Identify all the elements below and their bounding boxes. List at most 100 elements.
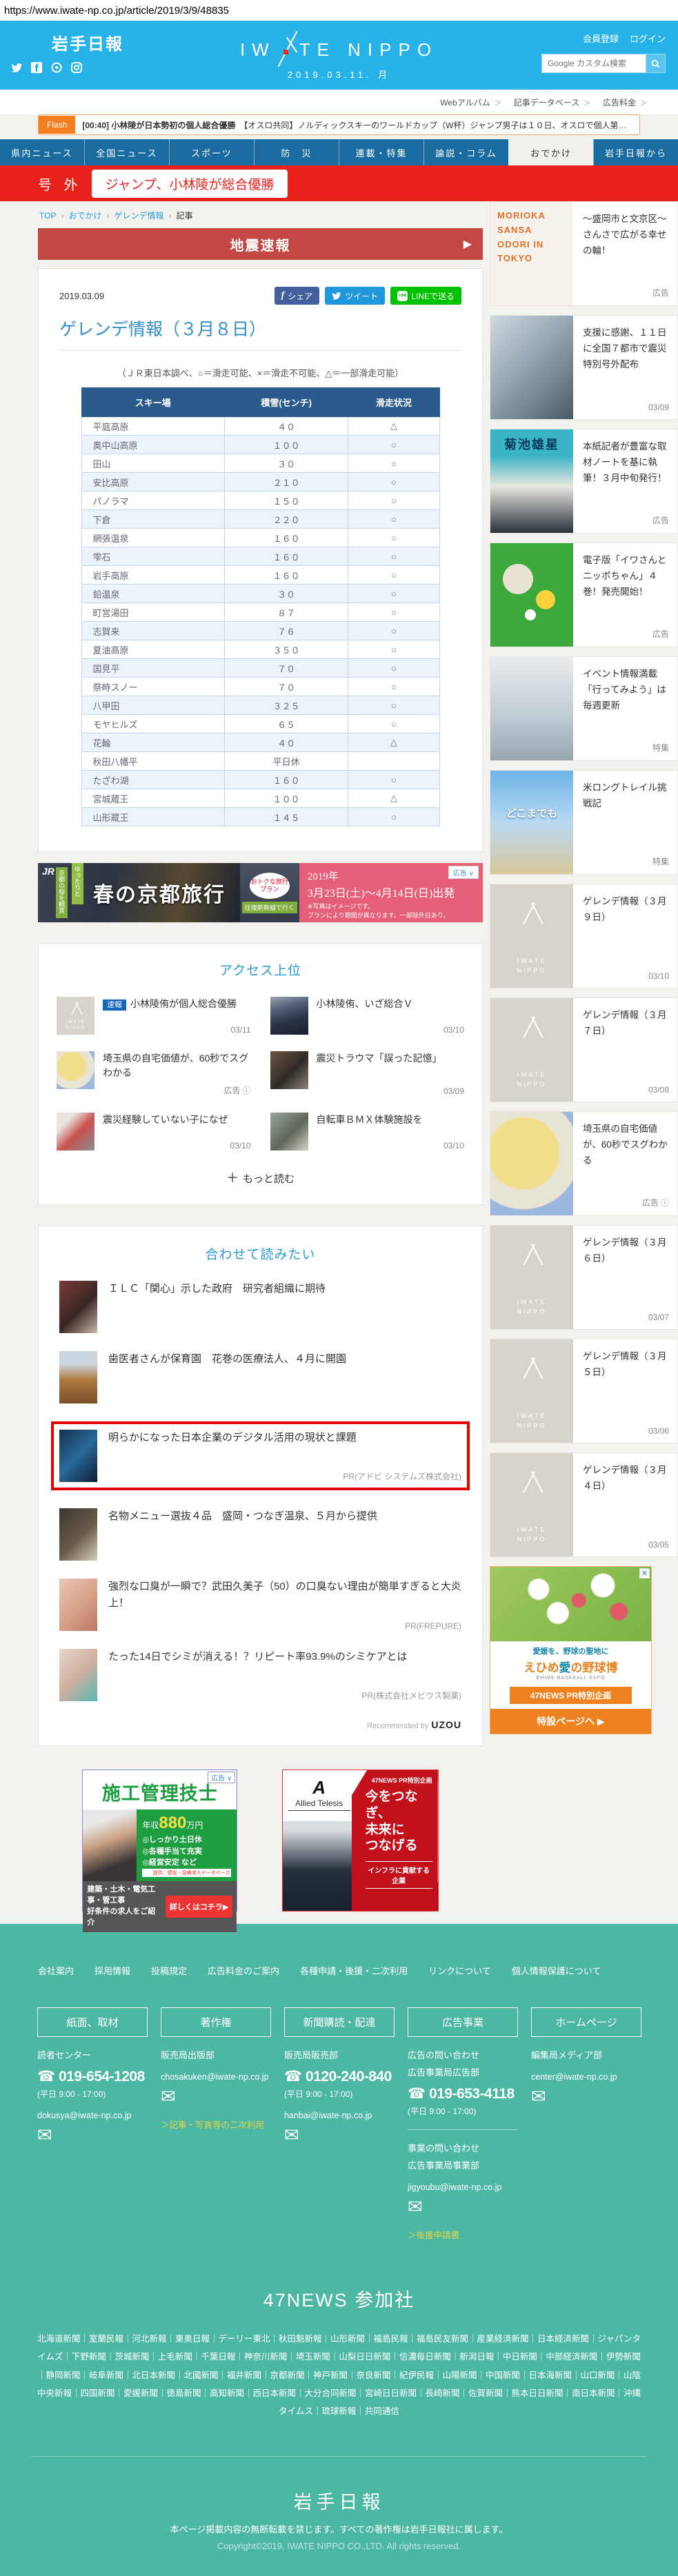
- related-article[interactable]: 強烈な口臭が一瞬で？武田久美子（50）の口臭ない理由が簡単すぎると大炎上！ PR…: [59, 1579, 461, 1631]
- snow-depth: ２２０: [224, 509, 349, 529]
- article-thumbnail: [490, 884, 573, 988]
- line-share-button[interactable]: LINE LINEで送る: [390, 287, 461, 305]
- envelope-icon[interactable]: ✉: [531, 2087, 641, 2105]
- email-address[interactable]: jigyoubu@iwate-np.co.jp: [408, 2182, 518, 2192]
- ranking-item[interactable]: 埼玉県の自宅価値が、60秒でスグわかる 広告 ⓘ: [57, 1051, 251, 1096]
- search-button[interactable]: [646, 54, 666, 73]
- close-icon[interactable]: ✕: [639, 1568, 650, 1579]
- snow-depth: １６０: [224, 770, 349, 789]
- page-url: https://www.iwate-np.co.jp/article/2019/…: [0, 0, 678, 21]
- utility-link[interactable]: 広告料金: [603, 97, 647, 108]
- envelope-icon[interactable]: ✉: [284, 2126, 395, 2144]
- footer-link[interactable]: 投稿規定: [151, 1964, 187, 1977]
- envelope-icon[interactable]: ✉: [161, 2087, 271, 2105]
- email-address[interactable]: dokusya@iwate-np.co.jp: [37, 2111, 148, 2120]
- flash-badge: 速報: [103, 1000, 126, 1011]
- sidebar-article-card[interactable]: ゲレンデ情報（３月９日） 03/10: [490, 884, 678, 988]
- ad-banner-construction[interactable]: 広告 ∨ 施工管理技士 年収880万円 ◎しっかり土日休 ◎各種手当て充実 ◎経営安…: [82, 1769, 238, 1932]
- breadcrumb-item[interactable]: ゲレンデ情報: [114, 211, 176, 221]
- ranking-item[interactable]: 震災トラウマ「誤った記憶」 03/09: [270, 1051, 464, 1096]
- sidebar-article-card[interactable]: 埼玉県の自宅価値が、60秒でスグわかる 広告 ⓘ: [490, 1111, 678, 1216]
- snow-depth: ３０: [224, 454, 349, 473]
- nav-tab[interactable]: スポーツ: [169, 139, 254, 165]
- sidebar-article-card[interactable]: ゲレンデ情報（３月６日） 03/07: [490, 1225, 678, 1330]
- sidebar-tag: 広告: [641, 1198, 659, 1208]
- footer-link[interactable]: 個人情報保護について: [512, 1964, 601, 1977]
- ski-status: ○: [348, 770, 440, 789]
- nav-tab[interactable]: 防 災: [254, 139, 339, 165]
- login-link[interactable]: ログイン: [630, 32, 666, 45]
- ad-label[interactable]: 広告 ∨: [448, 866, 479, 879]
- register-link[interactable]: 会員登録: [583, 32, 619, 45]
- footer-link[interactable]: リンクについて: [428, 1964, 491, 1977]
- footer-link[interactable]: 会社案内: [38, 1964, 74, 1977]
- utility-link[interactable]: 記事データベース: [514, 97, 590, 108]
- flash-label: Flash: [39, 116, 76, 134]
- nav-tab[interactable]: おでかけ: [508, 139, 593, 165]
- article-date: 2019.03.09: [59, 290, 105, 301]
- nav-tab[interactable]: 論説・コラム: [423, 139, 508, 165]
- pr-credit: PR(アドビ システムズ株式会社): [343, 1472, 461, 1481]
- utility-link[interactable]: Webアルバム: [440, 97, 501, 108]
- envelope-icon[interactable]: ✉: [408, 2198, 518, 2215]
- twitter-icon: [332, 292, 341, 300]
- table-row: 奥中山高原 １００ ○: [81, 435, 440, 454]
- search-input[interactable]: [541, 54, 646, 73]
- article-thumbnail: [490, 316, 573, 419]
- footer-link[interactable]: 各種申請・後援・二次利用: [300, 1964, 408, 1977]
- sidebar-title: ゲレンデ情報（３月５日）: [583, 1351, 667, 1377]
- ad-banner-kyoto[interactable]: JR 京都の桜を観賞 ゆったりと 春の京都旅行 おトクな旅行プラン 往復新幹線で…: [38, 863, 483, 922]
- ski-status: ○: [348, 454, 440, 473]
- nav-tab[interactable]: 全国ニュース: [84, 139, 169, 165]
- ad-cta-button[interactable]: 詳しくはコチラ▶: [165, 1895, 233, 1918]
- envelope-icon[interactable]: ✉: [37, 2126, 148, 2144]
- ad-label[interactable]: 広告 ∨: [208, 1772, 236, 1783]
- ski-area-name: 網張温泉: [81, 528, 226, 547]
- flash-news-bar[interactable]: Flash [00:40] 小林陵が日本勢初の個人総合優勝 【オスロ共同】ノルデ…: [38, 114, 640, 135]
- nav-tab[interactable]: 県内ニュース: [0, 139, 84, 165]
- nav-tab[interactable]: 岩手日報から: [593, 139, 678, 165]
- sidebar-article-card[interactable]: ゲレンデ情報（３月５日） 03/06: [490, 1339, 678, 1443]
- ranking-item[interactable]: 小林陵侑、いざ総合Ｖ 03/10: [270, 997, 464, 1035]
- ad-cta-button[interactable]: 特設ページへ ▶: [490, 1709, 651, 1734]
- gogai-headline[interactable]: ジャンプ、小林陵が総合優勝: [91, 169, 288, 198]
- table-row: 町営湯田 ８７ ○: [81, 602, 440, 622]
- email-address[interactable]: center@iwate-np.co.jp: [531, 2072, 641, 2082]
- footer-link[interactable]: 広告料金のご案内: [208, 1964, 279, 1977]
- earthquake-banner[interactable]: 地震速報 ▶: [38, 228, 483, 260]
- sidebar-article-card[interactable]: 電子版「イワさんとニッポちゃん」４巻！発売開始！ 広告: [490, 542, 678, 647]
- breadcrumb-item[interactable]: TOP: [39, 211, 68, 221]
- footer-yellow-link[interactable]: ＞記事・写真等の二次利用: [161, 2118, 271, 2131]
- related-article[interactable]: 名物メニュー選抜４品 盛岡・つなぎ温泉、５月から提供: [59, 1508, 461, 1561]
- related-article[interactable]: たった14日でシミが消える！？リピート率93.9%のシミケアとは PR(株式会社…: [59, 1649, 461, 1701]
- related-title: 歯医者さんが保育園 花巻の医療法人、４月に開園: [108, 1353, 347, 1365]
- email-address[interactable]: hanbai@iwate-np.co.jp: [284, 2111, 395, 2120]
- related-article[interactable]: 明らかになった日本企業のデジタル活用の現状と課題 PR(アドビ システムズ株式会…: [51, 1421, 470, 1490]
- sidebar-article-card[interactable]: ～盛岡市と文京区～さんさで広がる幸せの輪！ 広告: [490, 201, 678, 306]
- breadcrumb-item[interactable]: おでかけ: [68, 211, 114, 221]
- ranking-item[interactable]: 自転車ＢＭＸ体験施設を 03/10: [270, 1113, 464, 1150]
- ski-status: ○: [348, 509, 440, 529]
- ranking-item[interactable]: 速報小林陵侑が個人総合優勝 03/11: [57, 997, 251, 1035]
- related-article[interactable]: ＩＬＣ「関心」示した政府 研究者組織に期待: [59, 1281, 461, 1333]
- sidebar-article-card[interactable]: イベント情報満載「行ってみよう」は毎週更新 特集: [490, 656, 678, 761]
- twitter-share-button[interactable]: ツイート: [325, 287, 386, 305]
- ranking-item[interactable]: 震災経験していない子になぜ 03/10: [57, 1113, 251, 1150]
- sidebar-article-card[interactable]: ゲレンデ情報（３月４日） 03/05: [490, 1452, 678, 1557]
- breadcrumb-item[interactable]: 記事: [176, 211, 192, 221]
- ad-banner-ehime-baseball[interactable]: ✕ 愛媛を、野球の聖地に えひめ愛の野球博 EHIME BASEBALL EXP…: [490, 1566, 652, 1734]
- footer-link[interactable]: 採用情報: [94, 1964, 130, 1977]
- sidebar-article-card[interactable]: 支援に感謝、１１日に全国７都市で震災特別号外配布 03/09: [490, 315, 678, 420]
- facebook-share-button[interactable]: f シェア: [274, 287, 320, 305]
- sidebar-article-card[interactable]: 本紙記者が豊富な取材ノートを基に執筆！３月中旬発行！ 広告: [490, 429, 678, 534]
- email-address[interactable]: chosakuken@iwate-np.co.jp: [161, 2072, 271, 2082]
- sidebar-article-card[interactable]: 米ロングトレイル挑戦記 特集: [490, 770, 678, 875]
- read-more-button[interactable]: ＋もっと読む: [226, 1168, 295, 1186]
- footer-yellow-link[interactable]: ＞後援申請書: [408, 2228, 518, 2241]
- sidebar-title: ～盛岡市と文京区～さんさで広がる幸せの輪！: [583, 214, 667, 256]
- sidebar-article-card[interactable]: ゲレンデ情報（３月７日） 03/08: [490, 997, 678, 1102]
- nav-tab[interactable]: 連載・特集: [339, 139, 423, 165]
- ad-banner-allied-telesis[interactable]: ✕ A Allied Telesis 47NEWS PR特別企画 今をつなぎ、未…: [281, 1769, 439, 1911]
- related-article[interactable]: 歯医者さんが保育園 花巻の医療法人、４月に開園: [59, 1351, 461, 1403]
- breadcrumb: TOPおでかけゲレンデ情報記事: [38, 201, 483, 228]
